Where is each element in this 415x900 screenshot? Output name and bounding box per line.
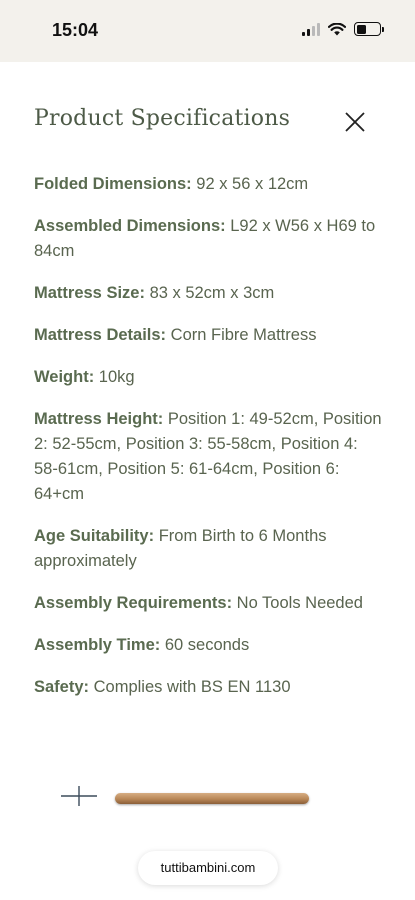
expand-button[interactable] (61, 785, 97, 807)
product-image-thumbnail[interactable] (115, 793, 309, 804)
wifi-icon (328, 22, 346, 35)
spec-label: Mattress Details: (34, 326, 167, 344)
spec-item: Mattress Size: 83 x 52cm x 3cm (34, 281, 384, 306)
spec-list: Folded Dimensions: 92 x 56 x 12cm Assemb… (34, 172, 384, 717)
close-button[interactable] (344, 111, 366, 133)
spec-value: 10kg (98, 368, 135, 386)
spec-item: Assembly Requirements: No Tools Needed (34, 591, 384, 616)
spec-label: Safety: (34, 678, 90, 696)
spec-value: Corn Fibre Mattress (170, 326, 317, 344)
spec-item: Assembly Time: 60 seconds (34, 633, 384, 658)
spec-label: Age Suitability: (34, 527, 155, 545)
page-title: Product Specifications (34, 106, 291, 131)
browser-url-bar[interactable]: tuttibambini.com (138, 851, 278, 885)
spec-label: Assembly Time: (34, 636, 161, 654)
spec-value: No Tools Needed (236, 594, 363, 612)
spec-item: Mattress Height: Position 1: 49-52cm, Po… (34, 407, 384, 507)
spec-label: Mattress Height: (34, 410, 164, 428)
cellular-signal-icon (302, 22, 320, 36)
spec-item: Weight: 10kg (34, 365, 384, 390)
spec-label: Weight: (34, 368, 95, 386)
spec-label: Assembled Dimensions: (34, 217, 226, 235)
spec-label: Mattress Size: (34, 284, 145, 302)
status-bar: 15:04 (0, 0, 415, 62)
spec-item: Assembled Dimensions: L92 x W56 x H69 to… (34, 214, 384, 264)
status-time: 15:04 (52, 20, 99, 40)
spec-label: Folded Dimensions: (34, 175, 192, 193)
spec-item: Age Suitability: From Birth to 6 Months … (34, 524, 384, 574)
spec-item: Safety: Complies with BS EN 1130 (34, 675, 384, 700)
spec-value: 92 x 56 x 12cm (196, 175, 309, 193)
battery-icon (354, 22, 384, 36)
spec-item: Mattress Details: Corn Fibre Mattress (34, 323, 384, 348)
spec-label: Assembly Requirements: (34, 594, 233, 612)
status-icons (302, 22, 384, 36)
plus-icon (61, 786, 97, 806)
spec-value: 60 seconds (164, 636, 250, 654)
spec-value: 83 x 52cm x 3cm (149, 284, 275, 302)
spec-item: Folded Dimensions: 92 x 56 x 12cm (34, 172, 384, 197)
close-icon (345, 112, 365, 132)
spec-value: Complies with BS EN 1130 (93, 678, 291, 696)
